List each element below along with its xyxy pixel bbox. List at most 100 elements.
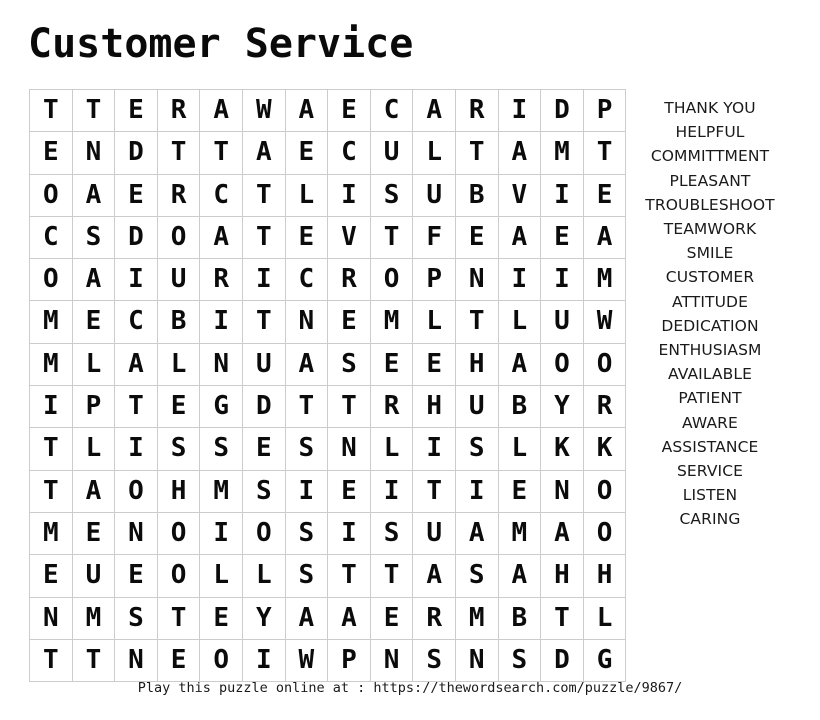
grid-cell[interactable]: E	[114, 173, 158, 217]
grid-cell[interactable]: E	[29, 554, 73, 598]
grid-cell[interactable]: I	[540, 173, 584, 217]
grid-cell[interactable]: T	[241, 300, 286, 344]
grid-cell[interactable]: N	[29, 596, 73, 640]
grid-cell[interactable]: U	[540, 300, 584, 344]
grid-cell[interactable]: T	[199, 131, 243, 175]
grid-cell[interactable]: A	[540, 511, 584, 556]
grid-cell[interactable]: U	[412, 173, 456, 217]
grid-cell[interactable]: P	[327, 638, 371, 683]
grid-cell[interactable]: S	[156, 427, 201, 471]
grid-cell[interactable]: P	[71, 385, 116, 429]
grid-cell[interactable]: T	[114, 385, 158, 429]
grid-cell[interactable]: L	[156, 342, 201, 387]
grid-cell[interactable]: S	[454, 427, 499, 471]
grid-cell[interactable]: O	[29, 173, 73, 217]
grid-cell[interactable]: U	[412, 511, 456, 556]
grid-cell[interactable]: I	[327, 173, 371, 217]
grid-cell[interactable]: S	[369, 511, 414, 556]
word-list-item[interactable]: ENTHUSIASM	[612, 338, 808, 362]
grid-cell[interactable]: S	[284, 427, 329, 471]
grid-cell[interactable]: I	[241, 638, 286, 683]
word-list-item[interactable]: CUSTOMER	[612, 265, 808, 289]
word-list-item[interactable]: LISTEN	[612, 483, 808, 507]
grid-cell[interactable]: G	[582, 638, 627, 683]
grid-cell[interactable]: L	[284, 173, 329, 217]
grid-cell[interactable]: I	[114, 258, 158, 302]
grid-cell[interactable]: N	[327, 427, 371, 471]
grid-cell[interactable]: E	[114, 554, 158, 598]
grid-cell[interactable]: R	[156, 173, 201, 217]
grid-cell[interactable]: E	[284, 215, 329, 260]
word-list-item[interactable]: DEDICATION	[612, 314, 808, 338]
grid-cell[interactable]: M	[29, 511, 73, 556]
grid-cell[interactable]: T	[412, 469, 456, 513]
grid-cell[interactable]: T	[29, 88, 73, 133]
grid-cell[interactable]: E	[241, 427, 286, 471]
grid-cell[interactable]: N	[369, 638, 414, 683]
grid-cell[interactable]: S	[284, 554, 329, 598]
grid-cell[interactable]: A	[284, 88, 329, 133]
grid-cell[interactable]: N	[71, 131, 116, 175]
grid-cell[interactable]: U	[454, 385, 499, 429]
grid-cell[interactable]: I	[497, 88, 542, 133]
grid-cell[interactable]: O	[241, 511, 286, 556]
grid-cell[interactable]: E	[71, 300, 116, 344]
grid-cell[interactable]: A	[497, 215, 542, 260]
grid-cell[interactable]: N	[199, 342, 243, 387]
grid-cell[interactable]: E	[327, 300, 371, 344]
grid-cell[interactable]: W	[284, 638, 329, 683]
grid-cell[interactable]: I	[327, 511, 371, 556]
grid-cell[interactable]: E	[284, 131, 329, 175]
grid-cell[interactable]: S	[284, 511, 329, 556]
grid-cell[interactable]: U	[71, 554, 116, 598]
grid-cell[interactable]: O	[156, 554, 201, 598]
grid-cell[interactable]: A	[284, 596, 329, 640]
word-list-item[interactable]: PLEASANT	[612, 169, 808, 193]
grid-cell[interactable]: L	[71, 427, 116, 471]
word-list-item[interactable]: ASSISTANCE	[612, 435, 808, 459]
grid-cell[interactable]: T	[29, 638, 73, 683]
grid-cell[interactable]: G	[199, 385, 243, 429]
grid-cell[interactable]: O	[29, 258, 73, 302]
grid-cell[interactable]: T	[454, 300, 499, 344]
grid-cell[interactable]: T	[29, 427, 73, 471]
grid-cell[interactable]: L	[241, 554, 286, 598]
grid-cell[interactable]: S	[454, 554, 499, 598]
grid-cell[interactable]: L	[412, 300, 456, 344]
grid-cell[interactable]: U	[156, 258, 201, 302]
grid-cell[interactable]: I	[284, 469, 329, 513]
grid-cell[interactable]: Y	[241, 596, 286, 640]
grid-cell[interactable]: I	[540, 258, 584, 302]
grid-cell[interactable]: M	[540, 131, 584, 175]
grid-cell[interactable]: T	[369, 554, 414, 598]
grid-cell[interactable]: M	[497, 511, 542, 556]
grid-cell[interactable]: T	[71, 638, 116, 683]
grid-cell[interactable]: N	[114, 511, 158, 556]
grid-cell[interactable]: B	[497, 596, 542, 640]
grid-cell[interactable]: A	[199, 88, 243, 133]
grid-cell[interactable]: E	[71, 511, 116, 556]
grid-cell[interactable]: S	[71, 215, 116, 260]
grid-cell[interactable]: T	[327, 554, 371, 598]
grid-cell[interactable]: A	[71, 469, 116, 513]
grid-cell[interactable]: T	[454, 131, 499, 175]
grid-cell[interactable]: R	[327, 258, 371, 302]
grid-cell[interactable]: E	[327, 88, 371, 133]
grid-cell[interactable]: N	[454, 258, 499, 302]
grid-cell[interactable]: B	[497, 385, 542, 429]
grid-cell[interactable]: D	[241, 385, 286, 429]
grid-cell[interactable]: B	[156, 300, 201, 344]
grid-cell[interactable]: M	[29, 300, 73, 344]
grid-cell[interactable]: E	[199, 596, 243, 640]
grid-cell[interactable]: O	[114, 469, 158, 513]
grid-cell[interactable]: L	[199, 554, 243, 598]
grid-cell[interactable]: E	[369, 342, 414, 387]
grid-cell[interactable]: A	[497, 342, 542, 387]
grid-cell[interactable]: T	[156, 596, 201, 640]
grid-cell[interactable]: R	[369, 385, 414, 429]
grid-cell[interactable]: R	[156, 88, 201, 133]
grid-cell[interactable]: I	[199, 511, 243, 556]
grid-cell[interactable]: E	[156, 638, 201, 683]
word-list-item[interactable]: AWARE	[612, 411, 808, 435]
grid-cell[interactable]: L	[71, 342, 116, 387]
